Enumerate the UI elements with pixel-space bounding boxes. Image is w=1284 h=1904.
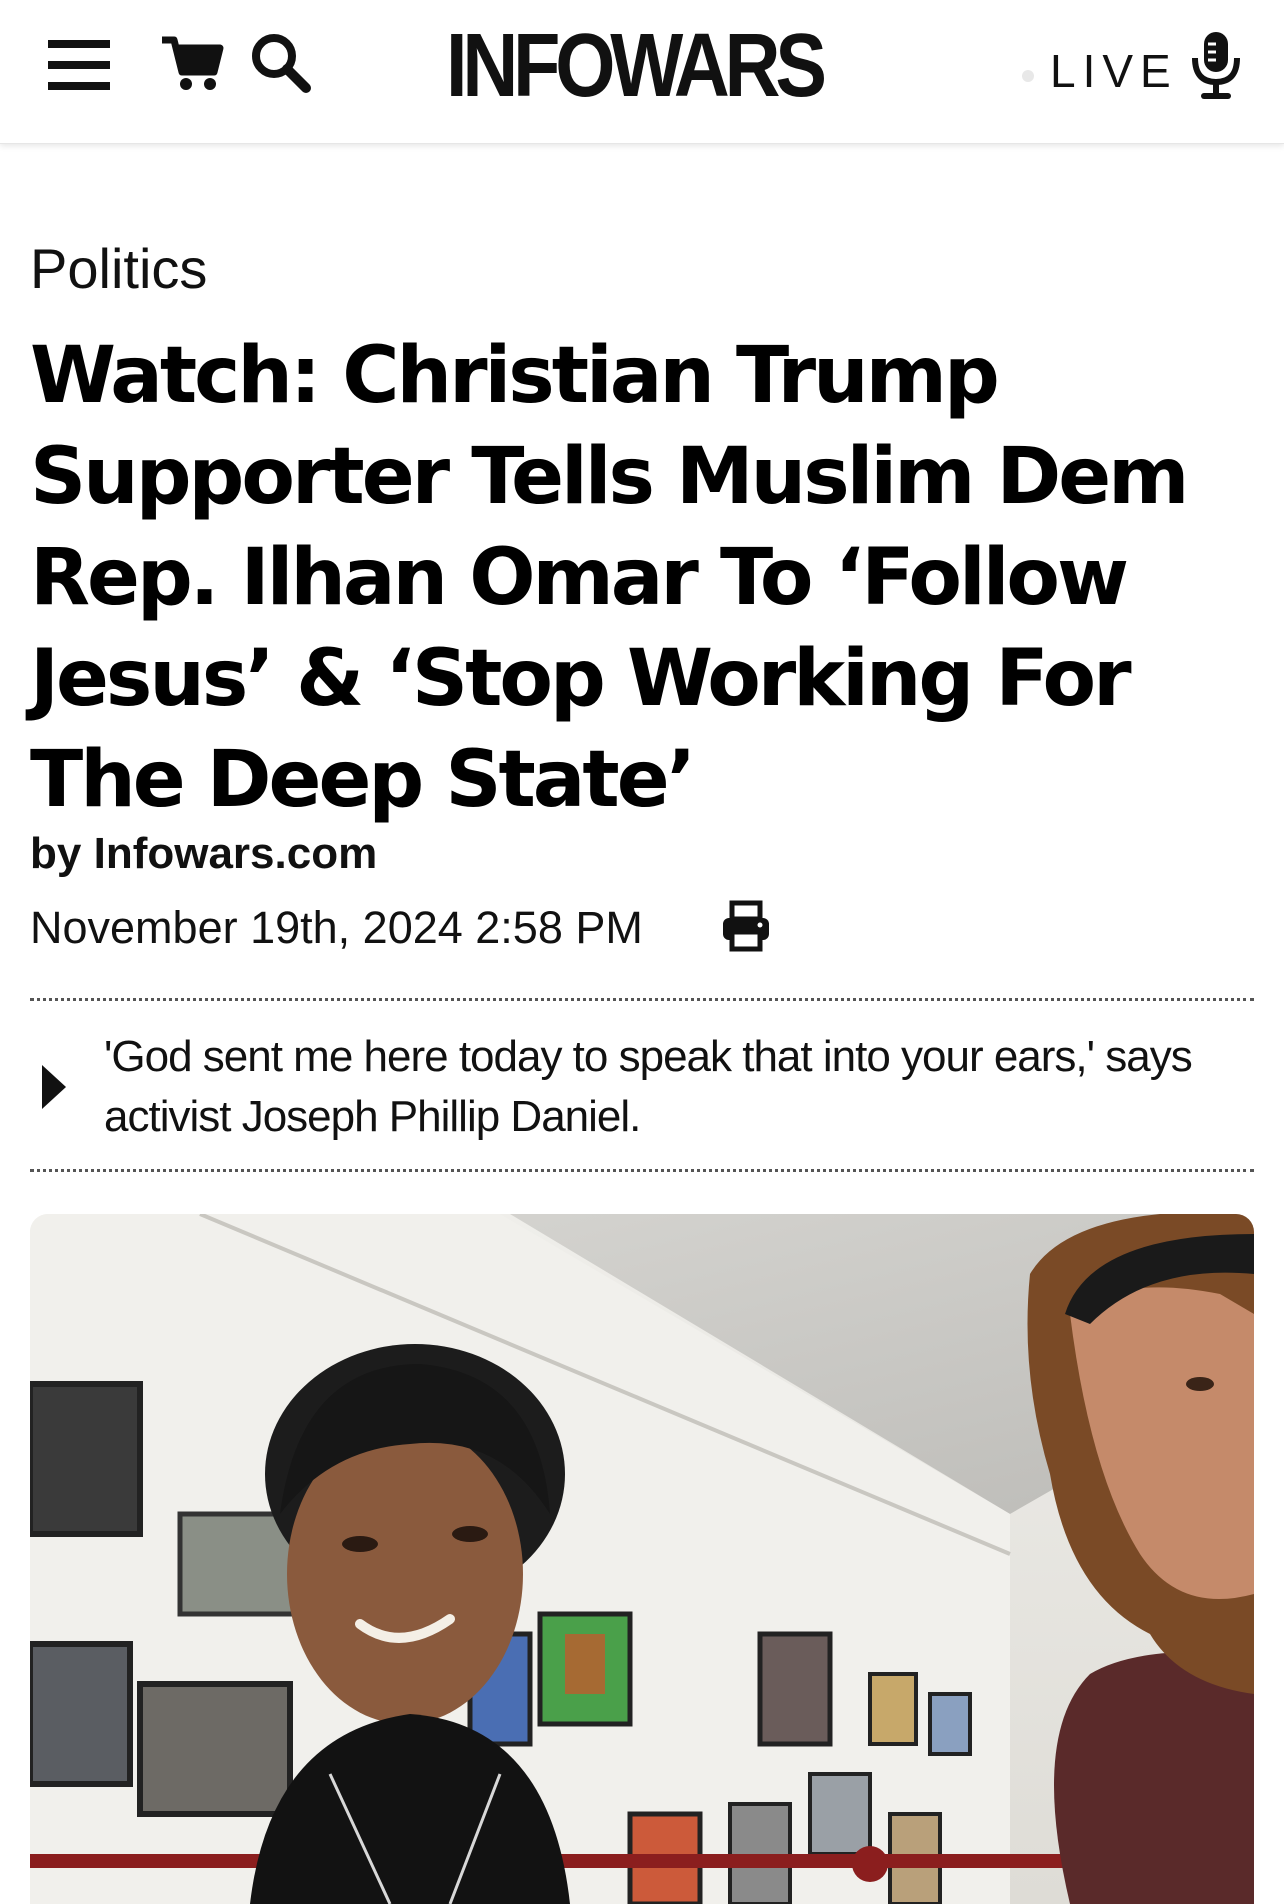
cart-icon[interactable]	[160, 32, 226, 94]
article-headline: Watch: Christian Trump Supporter Tells M…	[30, 331, 1189, 825]
menu-icon[interactable]	[48, 36, 114, 94]
category-link[interactable]: Politics	[30, 236, 207, 302]
summary-text: 'God sent me here today to speak that in…	[104, 1032, 1193, 1141]
print-icon[interactable]	[720, 900, 772, 952]
live-link[interactable]: LIVE	[1050, 44, 1178, 98]
play-arrow-icon	[42, 1065, 66, 1109]
author-link[interactable]: Infowars.com	[94, 829, 378, 878]
infowars-logo[interactable]: INFOWARS	[446, 18, 838, 114]
publish-date: November 19th, 2024 2:58 PM	[30, 902, 643, 953]
byline-prefix: by	[30, 829, 82, 878]
top-navigation-bar: INFOWARS LIVE	[0, 0, 1284, 144]
byline: by Infowars.com	[30, 828, 377, 880]
live-status-dot	[1022, 70, 1034, 82]
microphone-icon[interactable]	[1190, 30, 1242, 100]
article-summary: 'God sent me here today to speak that in…	[30, 998, 1254, 1172]
search-icon[interactable]	[248, 30, 314, 96]
article-hero-image[interactable]	[30, 1214, 1254, 1904]
logo-text: INFOWARS	[446, 16, 827, 116]
